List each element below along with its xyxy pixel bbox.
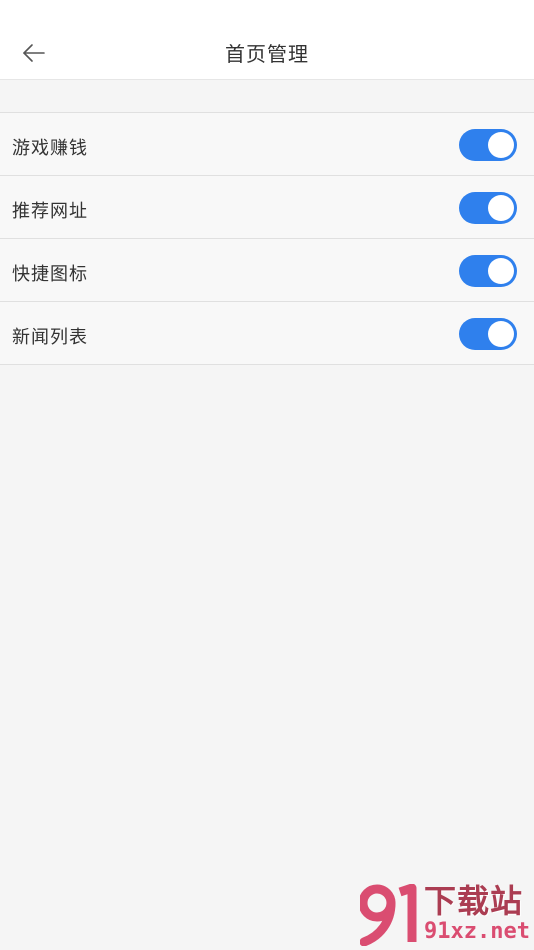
shortcut-icons-toggle[interactable] (459, 255, 517, 287)
back-button[interactable] (14, 33, 54, 73)
watermark-logo (360, 884, 417, 946)
page-title: 首页管理 (225, 42, 309, 66)
app-header: 首页管理 (0, 0, 534, 80)
screen: 首页管理 游戏赚钱 推荐网址 快捷图标 新闻列表 下载站 91xz.net (0, 0, 534, 950)
site-watermark: 下载站 91xz.net (360, 884, 532, 948)
toggle-knob (488, 321, 514, 347)
setting-row-game-earn: 游戏赚钱 (0, 113, 534, 176)
setting-row-shortcut-icons: 快捷图标 (0, 239, 534, 302)
news-list-toggle[interactable] (459, 318, 517, 350)
game-earn-toggle[interactable] (459, 129, 517, 161)
setting-label: 新闻列表 (12, 327, 88, 348)
recommended-sites-toggle[interactable] (459, 192, 517, 224)
watermark-domain: 91xz.net (424, 919, 530, 944)
toggle-knob (488, 132, 514, 158)
setting-row-news-list: 新闻列表 (0, 302, 534, 365)
settings-list: 游戏赚钱 推荐网址 快捷图标 新闻列表 (0, 113, 534, 365)
setting-label: 快捷图标 (12, 264, 88, 285)
watermark-site-name: 下载站 (424, 882, 524, 920)
toggle-knob (488, 258, 514, 284)
toggle-knob (488, 195, 514, 221)
section-spacer (0, 80, 534, 113)
setting-label: 游戏赚钱 (12, 138, 88, 159)
setting-label: 推荐网址 (12, 201, 88, 222)
setting-row-recommended-sites: 推荐网址 (0, 176, 534, 239)
arrow-left-icon (23, 44, 45, 62)
